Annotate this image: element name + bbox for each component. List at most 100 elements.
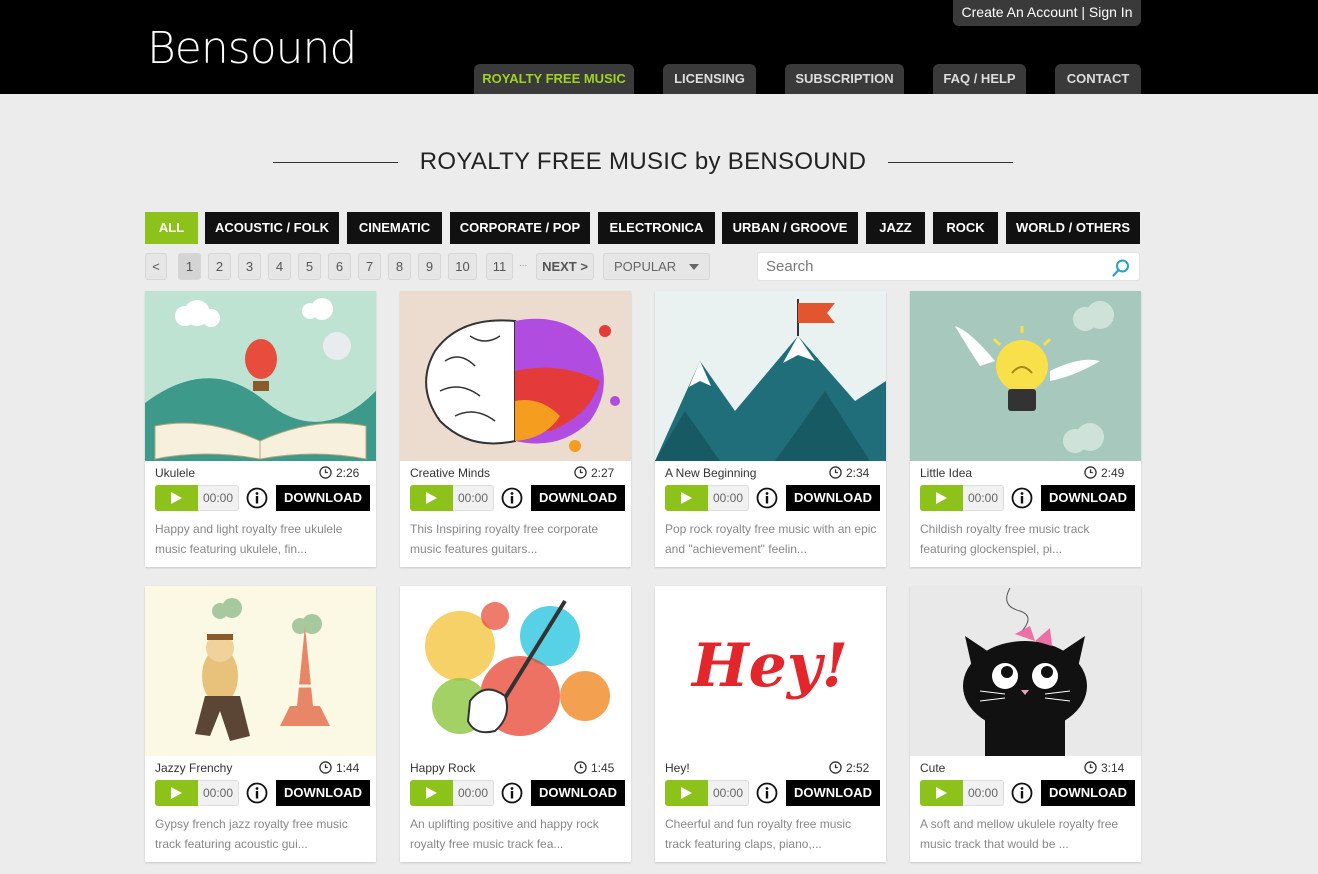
page-button-6[interactable]: 6 [328,253,351,280]
track-title: Hey! [665,761,690,775]
play-button[interactable] [920,485,963,511]
artwork-text: Hey! [690,631,848,701]
page-button-3[interactable]: 3 [238,253,261,280]
play-button[interactable] [410,485,453,511]
nav-royalty-free-music[interactable]: ROYALTY FREE MUSIC [474,64,634,94]
page-button-10[interactable]: 10 [448,253,477,280]
track-artwork-creative-minds[interactable] [400,291,631,461]
play-button[interactable] [410,780,453,806]
download-button[interactable]: DOWNLOAD [1041,780,1135,806]
playback-time: 00:00 [963,485,1004,511]
page-title: ROYALTY FREE MUSIC by BENSOUND [419,148,867,175]
track-card: A New Beginning 2:34 00:00 DOWNLOAD Pop … [655,291,886,567]
clock-icon [829,466,842,479]
download-button[interactable]: DOWNLOAD [531,485,625,511]
info-icon[interactable] [756,782,778,804]
track-duration: 2:49 [1101,466,1125,480]
page-button-7[interactable]: 7 [358,253,381,280]
play-button[interactable] [665,485,708,511]
clock-icon [1084,761,1097,774]
genre-tab-electronica[interactable]: ELECTRONICA [598,212,715,244]
clock-icon [574,466,587,479]
track-description: A soft and mellow ukulele royalty free m… [920,817,1119,851]
download-button[interactable]: DOWNLOAD [276,485,370,511]
genre-tab-all[interactable]: ALL [145,212,198,244]
download-button[interactable]: DOWNLOAD [1041,485,1135,511]
play-button[interactable] [155,485,198,511]
genre-tab-urban-groove[interactable]: URBAN / GROOVE [722,212,858,244]
info-icon[interactable] [501,782,523,804]
nav-faq-help[interactable]: FAQ / HELP [933,64,1026,94]
track-title: Ukulele [155,466,196,480]
track-duration: 2:27 [591,466,615,480]
play-icon [681,492,692,504]
page-button-4[interactable]: 4 [268,253,291,280]
playback-time: 00:00 [198,780,239,806]
page-button-1[interactable]: 1 [178,253,201,280]
download-button[interactable]: DOWNLOAD [276,780,370,806]
track-artwork-ukulele[interactable] [145,291,376,461]
clock-icon [574,761,587,774]
play-button[interactable] [155,780,198,806]
info-icon[interactable] [501,487,523,509]
pagination-ellipsis: ... [519,258,528,269]
play-button[interactable] [665,780,708,806]
track-card: Cute 3:14 00:00 DOWNLOAD A soft and mell… [910,586,1141,862]
play-button[interactable] [920,780,963,806]
page-button-8[interactable]: 8 [388,253,411,280]
title-divider-right [888,162,1013,163]
info-icon[interactable] [1011,487,1033,509]
clock-icon [829,761,842,774]
genre-tab-rock[interactable]: ROCK [933,212,998,244]
page-button-9[interactable]: 9 [418,253,441,280]
create-account-sign-in-link[interactable]: Create An Account | Sign In [953,0,1141,26]
download-button[interactable]: DOWNLOAD [786,780,880,806]
title-divider-left [273,162,398,163]
next-page-button[interactable]: NEXT > [536,253,594,280]
info-icon[interactable] [756,487,778,509]
track-artwork-cute[interactable] [910,586,1141,756]
playback-time: 00:00 [198,485,239,511]
play-icon [936,787,947,799]
track-title: Little Idea [920,466,973,480]
download-button[interactable]: DOWNLOAD [531,780,625,806]
download-button[interactable]: DOWNLOAD [786,485,880,511]
bensound-logo[interactable]: Bensound [147,26,357,72]
track-card: Little Idea 2:49 00:00 DOWNLOAD Childish… [910,291,1141,567]
page-button-5[interactable]: 5 [298,253,321,280]
search-input[interactable] [758,253,1098,280]
track-duration: 1:45 [591,761,615,775]
sort-select[interactable]: POPULAR [603,253,710,280]
genre-tab-jazz[interactable]: JAZZ [866,212,925,244]
nav-subscription[interactable]: SUBSCRIPTION [785,64,904,94]
genre-tab-cinematic[interactable]: CINEMATIC [347,212,442,244]
info-icon[interactable] [246,487,268,509]
info-icon[interactable] [246,782,268,804]
track-artwork-little-idea[interactable] [910,291,1141,461]
search-box [757,252,1140,281]
genre-tab-acoustic-folk[interactable]: ACOUSTIC / FOLK [205,212,339,244]
track-duration: 3:14 [1101,761,1125,775]
track-card: Creative Minds 2:27 00:00 DOWNLOAD This … [400,291,631,567]
track-description: Gypsy french jazz royalty free music tra… [155,817,348,851]
track-artwork-happy-rock[interactable] [400,586,631,756]
track-description: This Inspiring royalty free corporate mu… [410,522,599,556]
track-card: Happy Rock 1:45 00:00 DOWNLOAD An uplift… [400,586,631,862]
track-description: Happy and light royalty free ukulele mus… [155,522,343,556]
nav-contact[interactable]: CONTACT [1055,64,1141,94]
track-artwork-jazzy-frenchy[interactable] [145,586,376,756]
playback-time: 00:00 [708,485,749,511]
page-button-2[interactable]: 2 [208,253,231,280]
prev-page-button[interactable]: < [145,253,167,280]
clock-icon [1084,466,1097,479]
track-description: Childish royalty free music track featur… [920,522,1090,556]
genre-tab-corporate-pop[interactable]: CORPORATE / POP [450,212,590,244]
page-button-11[interactable]: 11 [486,253,513,280]
track-description: Cheerful and fun royalty free music trac… [665,817,852,851]
nav-licensing[interactable]: LICENSING [663,64,756,94]
genre-tab-world-others[interactable]: WORLD / OTHERS [1006,212,1140,244]
track-artwork-hey[interactable]: Hey! [655,586,886,756]
info-icon[interactable] [1011,782,1033,804]
search-icon[interactable] [1111,258,1131,278]
track-artwork-a-new-beginning[interactable] [655,291,886,461]
